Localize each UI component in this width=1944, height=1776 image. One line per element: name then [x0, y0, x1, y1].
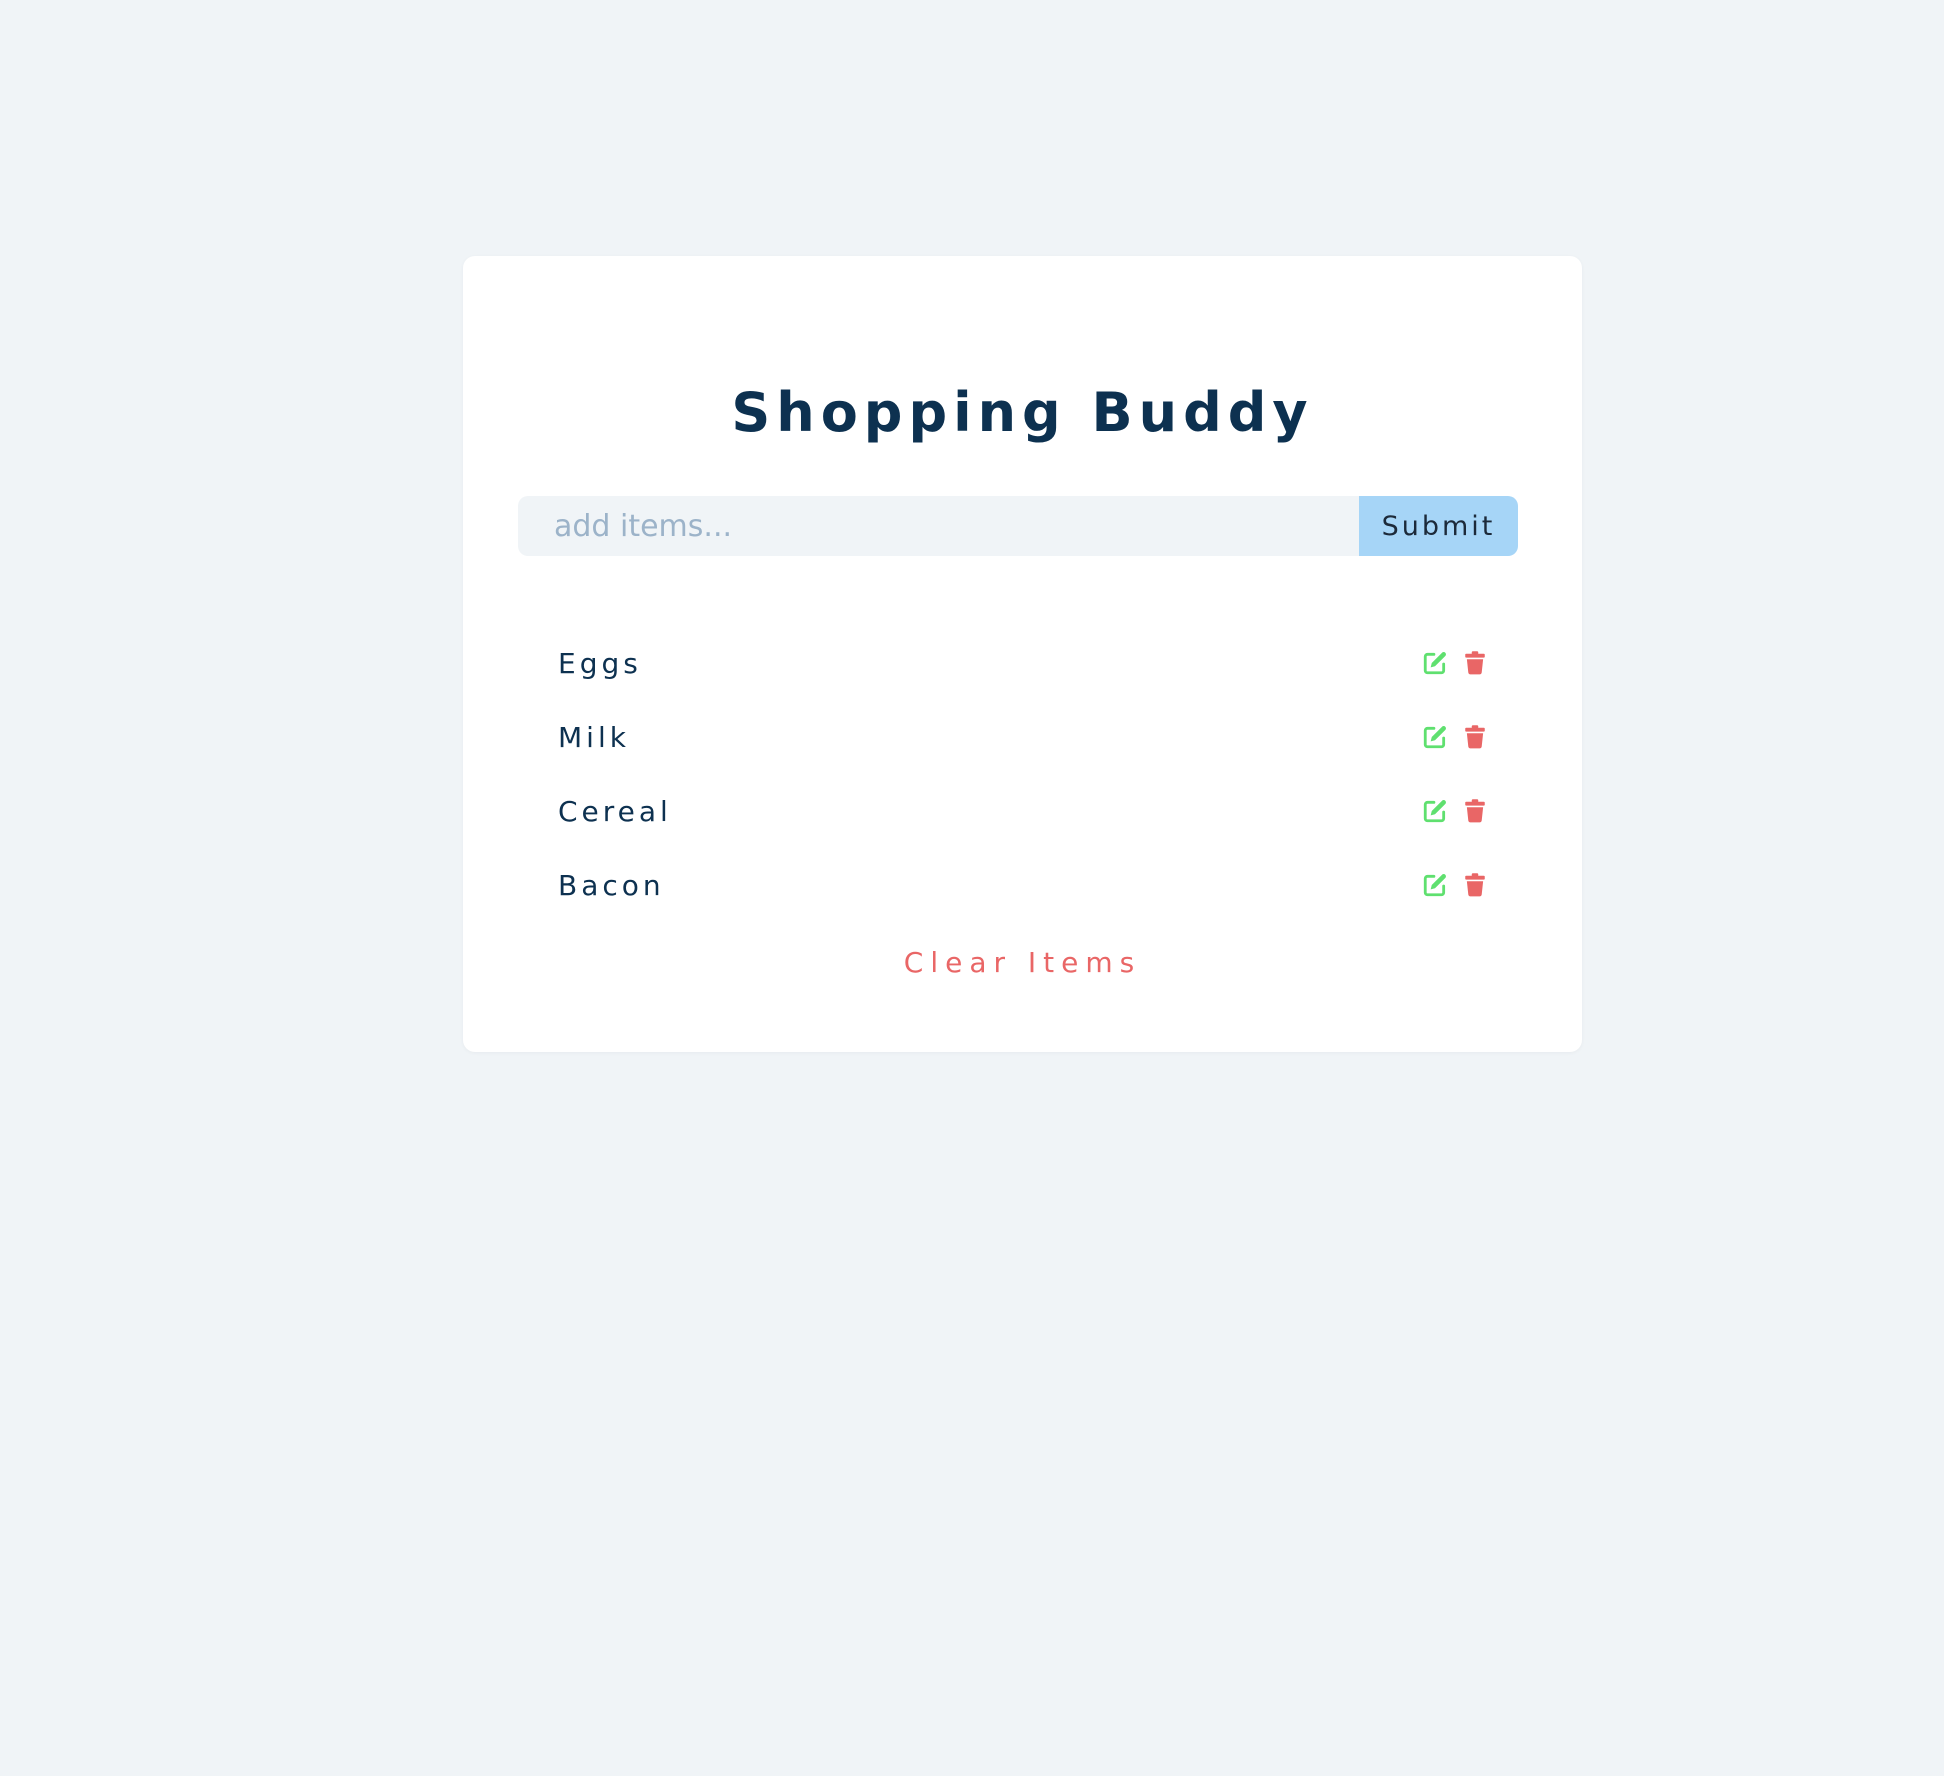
list-item: Milk — [558, 700, 1488, 774]
edit-icon — [1423, 726, 1446, 749]
edit-button[interactable] — [1422, 798, 1448, 824]
list-item: Cereal — [558, 774, 1488, 848]
item-actions — [1422, 650, 1488, 676]
edit-icon — [1423, 874, 1446, 897]
edit-button[interactable] — [1422, 724, 1448, 750]
edit-button[interactable] — [1422, 650, 1448, 676]
item-name: Cereal — [558, 794, 672, 828]
delete-button[interactable] — [1462, 650, 1488, 676]
trash-icon — [1465, 651, 1485, 675]
item-actions — [1422, 798, 1488, 824]
shopping-card: Shopping Buddy Submit Eggs — [463, 256, 1582, 1052]
submit-button[interactable]: Submit — [1359, 496, 1518, 556]
edit-icon — [1423, 652, 1446, 675]
list-item: Eggs — [558, 626, 1488, 700]
trash-icon — [1465, 799, 1485, 823]
item-actions — [1422, 872, 1488, 898]
item-actions — [1422, 724, 1488, 750]
add-item-input[interactable] — [518, 496, 1359, 556]
trash-icon — [1465, 873, 1485, 897]
clear-items-button[interactable]: Clear Items — [893, 946, 1153, 979]
delete-button[interactable] — [1462, 724, 1488, 750]
item-name: Bacon — [558, 868, 665, 902]
delete-button[interactable] — [1462, 798, 1488, 824]
item-name: Milk — [558, 720, 630, 754]
edit-button[interactable] — [1422, 872, 1448, 898]
add-item-form: Submit — [518, 496, 1518, 556]
item-list: Eggs Milk Cereal Bacon — [558, 626, 1488, 922]
page-title: Shopping Buddy — [731, 381, 1314, 444]
list-item: Bacon — [558, 848, 1488, 922]
delete-button[interactable] — [1462, 872, 1488, 898]
edit-icon — [1423, 800, 1446, 823]
trash-icon — [1465, 725, 1485, 749]
item-name: Eggs — [558, 646, 642, 680]
